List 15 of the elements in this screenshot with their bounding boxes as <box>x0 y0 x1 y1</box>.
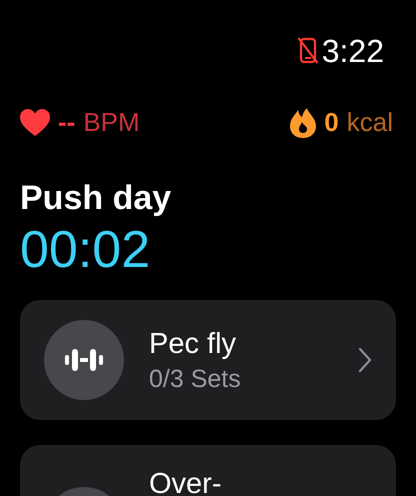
calories-value: 0 <box>324 107 339 138</box>
workout-title: Push day <box>20 178 172 218</box>
calories-unit: kcal <box>346 107 393 138</box>
heart-rate-unit: BPM <box>83 107 140 138</box>
exercise-name: Over- <box>149 467 222 496</box>
exercise-name: Pec fly <box>149 326 238 360</box>
exercise-card[interactable]: Pec fly 0/3 Sets <box>20 300 396 420</box>
exercise-card[interactable]: Over- <box>20 445 396 496</box>
heart-rate-value: -- <box>58 107 76 138</box>
flame-icon <box>290 108 316 138</box>
sets-count: 0/3 Sets <box>149 364 242 394</box>
heart-icon <box>20 109 50 136</box>
elapsed-timer: 00:02 <box>20 220 152 280</box>
clock-time: 3:22 <box>322 33 384 69</box>
chevron-right-icon <box>358 347 372 373</box>
